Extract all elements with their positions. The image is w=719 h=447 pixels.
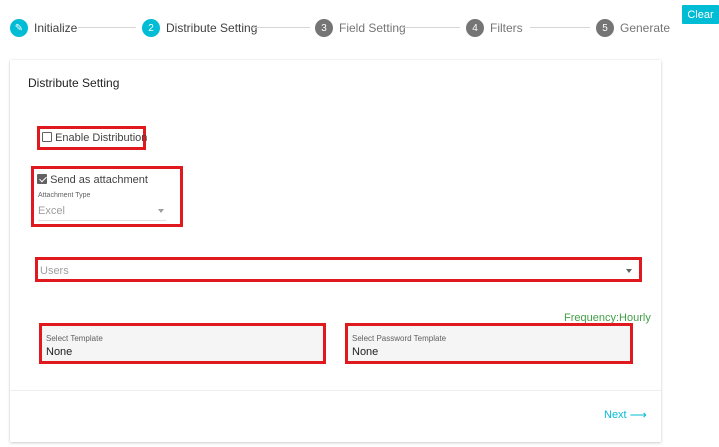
enable-distribution-highlight: Enable Distribution (37, 126, 147, 150)
wizard-stepper: ✎ Initialize 2 Distribute Setting 3 Fiel… (0, 0, 680, 56)
step-label: Filters (490, 21, 523, 35)
step-distribute-setting[interactable]: 2 Distribute Setting (142, 18, 257, 38)
select-password-template-field[interactable]: Select Password Template None (345, 323, 633, 364)
caret-down-icon[interactable] (158, 209, 164, 213)
send-as-attachment-label: Send as attachment (50, 174, 148, 186)
enable-distribution-label: Enable Distribution (55, 132, 148, 144)
next-button[interactable]: Next ⟶ (604, 408, 647, 422)
card-title: Distribute Setting (28, 76, 120, 90)
step-label: Generate (620, 21, 671, 35)
step-label: Distribute Setting (166, 21, 258, 35)
checkbox-unchecked-icon[interactable] (42, 132, 52, 143)
clear-button[interactable]: Clear (682, 5, 719, 24)
step-label: Initialize (34, 21, 78, 35)
select-template-value: None (46, 346, 73, 358)
users-select[interactable]: Users (35, 257, 642, 282)
checkbox-checked-icon[interactable] (37, 174, 47, 185)
step-filters[interactable]: 4 Filters (466, 18, 523, 38)
select-underline (38, 220, 166, 221)
step-connector (78, 27, 136, 28)
step-label: Field Setting (339, 21, 406, 35)
step-connector (402, 27, 460, 28)
card-footer-divider (10, 390, 661, 391)
enable-distribution-checkbox[interactable]: Enable Distribution (42, 132, 147, 144)
step-number-badge: 2 (142, 19, 160, 37)
step-initialize[interactable]: ✎ Initialize (10, 18, 77, 38)
attachment-type-select[interactable]: Excel (38, 205, 65, 217)
step-connector (530, 27, 590, 28)
attachment-settings-highlight: Send as attachment Attachment Type Excel (31, 166, 183, 227)
step-field-setting[interactable]: 3 Field Setting (315, 18, 406, 38)
select-template-label: Select Template (46, 334, 103, 343)
select-password-template-value: None (352, 346, 379, 358)
users-placeholder: Users (40, 265, 69, 277)
caret-down-icon[interactable] (626, 269, 632, 273)
arrow-right-icon: ⟶ (629, 408, 647, 422)
step-number-badge: 4 (466, 19, 484, 37)
step-number-badge: 5 (596, 19, 614, 37)
next-label: Next (604, 409, 627, 421)
report-wizard-page: ✎ Initialize 2 Distribute Setting 3 Fiel… (0, 0, 719, 447)
select-password-template-label: Select Password Template (352, 334, 447, 343)
step-number-badge: 3 (315, 19, 333, 37)
select-template-field[interactable]: Select Template None (39, 323, 326, 364)
send-as-attachment-checkbox[interactable]: Send as attachment (37, 174, 148, 186)
pencil-icon: ✎ (10, 19, 28, 37)
attachment-type-label: Attachment Type (38, 192, 91, 199)
distribute-setting-card: Distribute Setting Enable Distribution S… (10, 60, 661, 442)
step-generate[interactable]: 5 Generate (596, 18, 670, 38)
step-connector (252, 27, 310, 28)
